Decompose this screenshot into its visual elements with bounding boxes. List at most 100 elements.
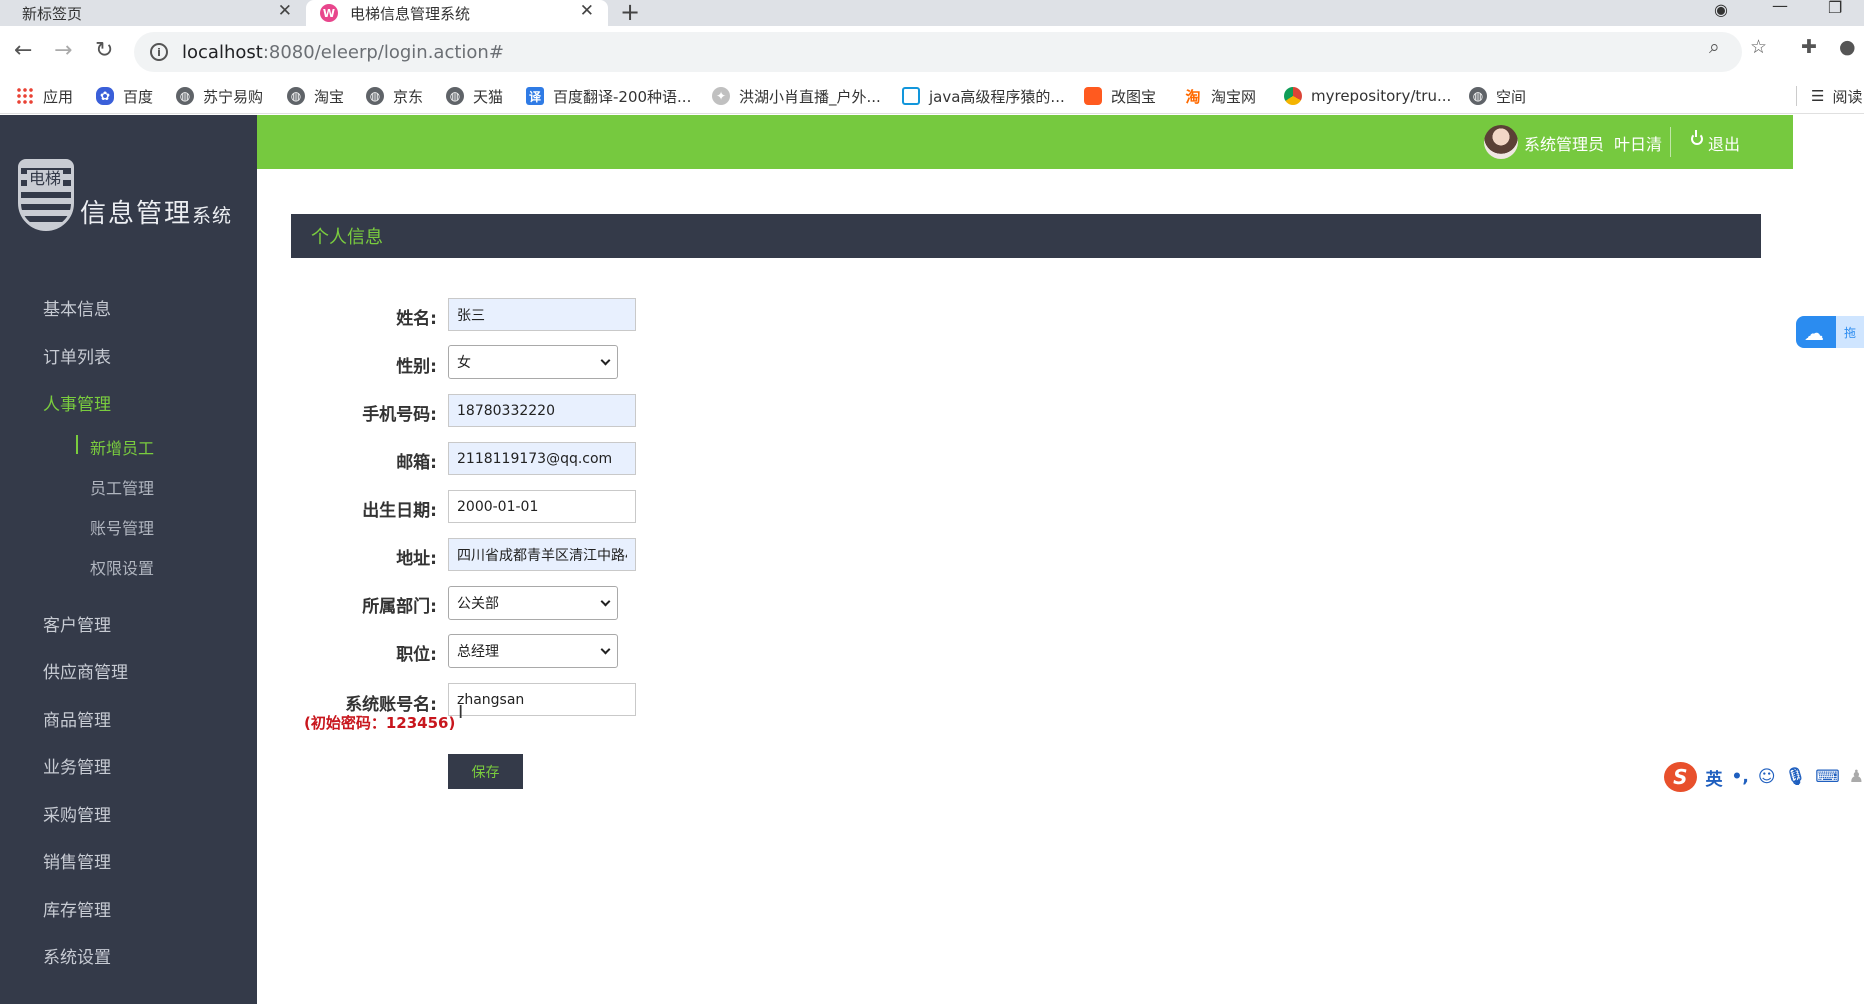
sidebar-subitem-employee-mgmt[interactable]: 员工管理: [90, 475, 154, 499]
bookmark-baidu[interactable]: ✿ 百度: [96, 78, 153, 114]
reload-icon[interactable]: ↻: [95, 38, 113, 63]
sogou-ime-icon[interactable]: S: [1664, 762, 1697, 792]
sidebar-item-order-list[interactable]: 订单列表: [43, 343, 111, 368]
sidebar-item-settings[interactable]: 系统设置: [43, 943, 111, 968]
url-path: :8080/eleerp/login.action#: [262, 41, 504, 63]
bird-icon: ✦: [712, 87, 730, 105]
bookmark-label: 应用: [43, 87, 74, 106]
close-tab-icon[interactable]: ✕: [580, 1, 594, 21]
sidebar-item-inventory[interactable]: 库存管理: [43, 896, 111, 921]
maximize-icon[interactable]: ❐: [1828, 0, 1842, 17]
tab-search-icon[interactable]: ◉: [1714, 0, 1728, 19]
sidebar-subitem-account-mgmt[interactable]: 账号管理: [90, 515, 154, 539]
minimize-icon[interactable]: —: [1772, 0, 1788, 15]
zoom-icon[interactable]: ⌕: [1709, 36, 1720, 58]
logo-text: 信息管理系统: [80, 193, 232, 230]
sidebar-item-business[interactable]: 业务管理: [43, 753, 111, 778]
ime-mode-toggle[interactable]: 英: [1706, 765, 1723, 790]
bookmark-star-icon[interactable]: ☆: [1750, 36, 1767, 58]
punctuation-icon[interactable]: •,: [1732, 767, 1749, 787]
translate-icon: 译: [526, 87, 544, 105]
keyboard-icon[interactable]: ⌨: [1815, 767, 1840, 787]
drag-handle[interactable]: 拖: [1836, 316, 1864, 348]
position-select[interactable]: 总经理: [448, 634, 618, 668]
shield-logo-icon: 电梯: [18, 159, 74, 231]
sidebar-item-sales[interactable]: 销售管理: [43, 848, 111, 873]
birthdate-input[interactable]: [448, 490, 636, 523]
bookmark-label: 淘宝网: [1211, 87, 1257, 106]
bookmark-separator: [1796, 86, 1797, 106]
bookmark-tmall[interactable]: ◍ 天猫: [446, 78, 503, 114]
bookmark-taobao[interactable]: ◍ 淘宝: [287, 78, 344, 114]
bookmark-suning[interactable]: ◍ 苏宁易购: [176, 78, 263, 114]
gender-selected-value: 女: [457, 355, 471, 371]
chevron-down-icon: [600, 596, 611, 607]
bookmark-kongjian[interactable]: ◍ 空间: [1469, 78, 1526, 114]
tab-elevator-system[interactable]: W 电梯信息管理系统 ✕: [306, 0, 608, 26]
logout-link[interactable]: 退出: [1708, 131, 1740, 155]
gender-select[interactable]: 女: [448, 345, 618, 379]
logo-text-small: 系统: [192, 205, 233, 227]
department-select[interactable]: 公关部: [448, 586, 618, 620]
save-button[interactable]: 保存: [448, 754, 523, 789]
bookmark-label: 天猫: [473, 87, 504, 106]
new-tab-plus-icon[interactable]: +: [620, 0, 640, 26]
bookmark-honghu[interactable]: ✦ 洪湖小肖直播_户外...: [712, 78, 881, 114]
taobao-icon: 淘: [1185, 87, 1201, 106]
bookmark-apps[interactable]: 应用: [16, 78, 73, 114]
user-role: 系统管理员: [1524, 135, 1605, 154]
bookmark-baidu-translate[interactable]: 译百度翻译-200种语...: [526, 78, 691, 114]
user-icon[interactable]: ♟: [1849, 767, 1864, 787]
back-arrow-icon[interactable]: ←: [14, 38, 32, 63]
active-indicator: [76, 435, 78, 454]
bookmark-gaitubao[interactable]: 改图宝: [1084, 78, 1156, 114]
browser-tab-bar: 新标签页 ✕ W 电梯信息管理系统 ✕ + ◉ — ❐: [0, 0, 1864, 26]
globe-icon: ◍: [287, 87, 305, 105]
extensions-puzzle-icon[interactable]: ✚: [1801, 36, 1817, 58]
email-input[interactable]: [448, 442, 636, 475]
site-info-icon[interactable]: i: [150, 43, 168, 61]
reading-list[interactable]: ☰ 阅读: [1811, 78, 1862, 114]
bookmark-taobaowang[interactable]: 淘淘宝网: [1184, 78, 1256, 114]
sidebar-item-supplier[interactable]: 供应商管理: [43, 658, 128, 683]
name-label: 姓名:: [396, 309, 437, 329]
close-tab-icon[interactable]: ✕: [278, 1, 292, 21]
bookmark-label: 苏宁易购: [203, 87, 264, 106]
bookmark-java[interactable]: java高级程序猿的...: [902, 78, 1065, 114]
apps-grid-icon: [16, 87, 34, 105]
sidebar-item-hr[interactable]: 人事管理: [43, 390, 111, 415]
sidebar-item-purchase[interactable]: 采购管理: [43, 801, 111, 826]
globe-icon: ◍: [1469, 87, 1487, 105]
sidebar-item-basic-info[interactable]: 基本信息: [43, 295, 111, 320]
microphone-icon[interactable]: 🎙: [1785, 767, 1807, 787]
bookmark-label: 空间: [1496, 87, 1527, 106]
phone-label: 手机号码:: [362, 405, 437, 425]
sidebar-subitem-add-employee[interactable]: 新增员工: [90, 435, 154, 459]
bookmark-jd[interactable]: ◍ 京东: [366, 78, 423, 114]
gender-label: 性别:: [396, 357, 437, 377]
bookmark-label: 洪湖小肖直播_户外...: [739, 87, 881, 106]
chevron-down-icon: [600, 355, 611, 366]
sidebar-item-customer[interactable]: 客户管理: [43, 611, 111, 636]
reading-list-label: 阅读: [1832, 87, 1863, 106]
url-omnibox[interactable]: i localhost:8080/eleerp/login.action#: [134, 32, 1742, 72]
sidebar-subitem-permissions[interactable]: 权限设置: [90, 555, 154, 579]
username-link[interactable]: 叶日清: [1614, 131, 1662, 155]
ime-toolbar: S 英 •, ☺ 🎙 ⌨ ♟: [1664, 760, 1864, 794]
sidebar-item-product[interactable]: 商品管理: [43, 706, 111, 731]
bookmark-myrepository[interactable]: myrepository/tru...: [1284, 78, 1451, 114]
phone-input[interactable]: [448, 394, 636, 427]
forward-arrow-icon[interactable]: →: [54, 38, 72, 63]
user-avatar[interactable]: [1484, 125, 1518, 159]
tab-new-tab[interactable]: 新标签页 ✕: [0, 0, 306, 26]
baidu-netdisk-float[interactable]: ☁ 拖: [1796, 316, 1864, 348]
name-input[interactable]: [448, 298, 636, 331]
topbar-divider: [1670, 127, 1671, 157]
emoji-icon[interactable]: ☺: [1758, 767, 1776, 787]
tab-title: 新标签页: [22, 4, 83, 23]
profile-avatar-icon[interactable]: ●: [1839, 36, 1856, 58]
account-input[interactable]: [448, 683, 636, 716]
panel-header: 个人信息: [291, 214, 1761, 258]
email-label: 邮箱:: [396, 453, 437, 473]
address-input[interactable]: [448, 538, 636, 571]
